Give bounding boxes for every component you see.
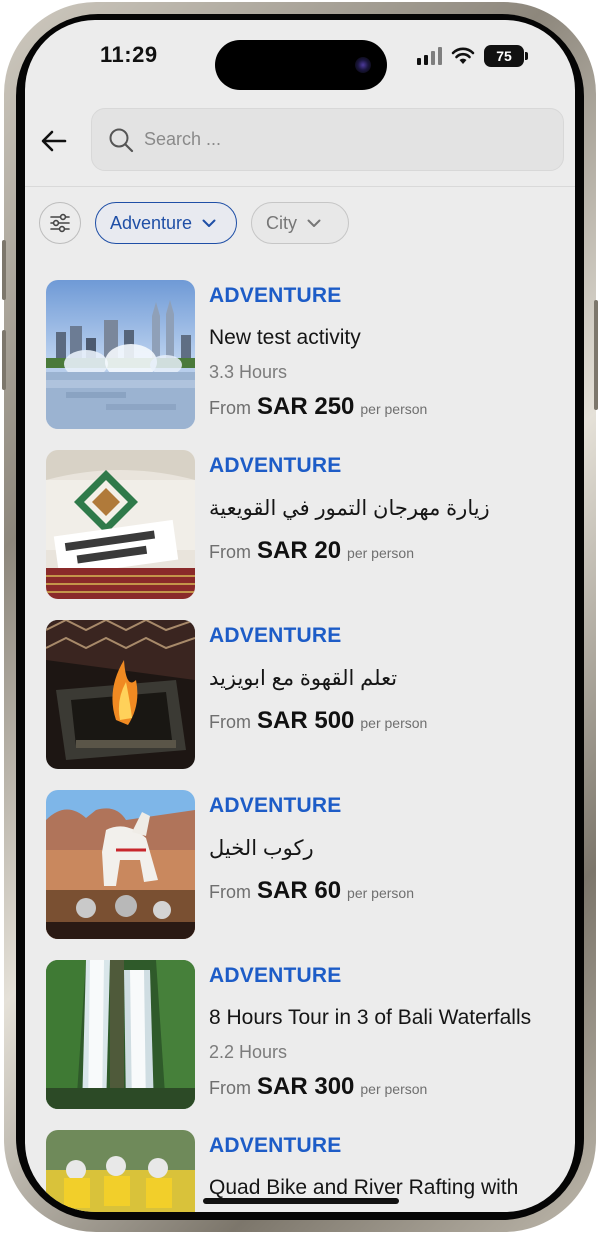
price-per-label: per person — [360, 1081, 428, 1097]
activity-category: ADVENTURE — [209, 454, 342, 477]
activity-price-row: From SAR 300 per person — [209, 1073, 566, 1101]
side-button-left-1 — [2, 240, 6, 300]
search-icon — [109, 128, 134, 152]
price-from-label: From — [209, 542, 251, 562]
activity-price-row: From SAR 60 per person — [209, 877, 566, 905]
price-per-label: per person — [347, 885, 414, 901]
activity-card[interactable]: ADVENTURE ركوب الخيل From SAR 60 per per… — [46, 790, 566, 940]
activity-category: ADVENTURE — [209, 794, 342, 817]
category-filter-label: Adventure — [110, 212, 193, 233]
category-filter-chip[interactable]: Adventure — [95, 202, 237, 244]
search-input[interactable] — [144, 129, 524, 150]
activity-info: ADVENTURE New test activity 3.3 Hours Fr… — [209, 280, 566, 421]
filter-button[interactable] — [39, 202, 81, 244]
price-from-label: From — [209, 1078, 251, 1098]
city-filter-chip[interactable]: City — [251, 202, 349, 244]
signal-icon — [417, 47, 442, 65]
activity-info: ADVENTURE 8 Hours Tour in 3 of Bali Wate… — [209, 960, 566, 1101]
dynamic-island — [215, 40, 387, 90]
price-from-label: From — [209, 712, 251, 732]
activity-price-row: From SAR 250 per person — [209, 393, 566, 421]
activity-category: ADVENTURE — [209, 284, 342, 307]
activity-price-row: From SAR 20 per person — [209, 537, 566, 565]
activity-info: ADVENTURE زيارة مهرجان التمور في القويعي… — [209, 450, 566, 565]
activity-price: SAR 300 — [257, 1073, 355, 1100]
header-divider — [25, 186, 575, 187]
activity-card[interactable]: ADVENTURE 8 Hours Tour in 3 of Bali Wate… — [46, 960, 566, 1110]
activity-info: ADVENTURE Quad Bike and River Rafting wi… — [209, 1130, 566, 1200]
activity-card[interactable]: ADVENTURE تعلم القهوة مع ابويزيد From SA… — [46, 620, 566, 770]
activity-thumbnail — [46, 1130, 195, 1212]
price-per-label: per person — [360, 715, 428, 731]
activity-card[interactable]: ADVENTURE زيارة مهرجان التمور في القويعي… — [46, 450, 566, 600]
activity-title: تعلم القهوة مع ابويزيد — [209, 667, 398, 690]
activity-thumbnail — [46, 960, 195, 1109]
activity-thumbnail — [46, 280, 195, 429]
status-icons: 75 — [417, 45, 528, 67]
app-screen: 11:29 75 Ad — [25, 20, 575, 1212]
back-button[interactable] — [38, 125, 70, 157]
activity-info: ADVENTURE تعلم القهوة مع ابويزيد From SA… — [209, 620, 566, 735]
side-button-right — [594, 300, 598, 410]
price-per-label: per person — [347, 545, 414, 561]
activity-thumbnail — [46, 790, 195, 939]
home-indicator[interactable] — [203, 1198, 399, 1204]
activity-card[interactable]: ADVENTURE New test activity 3.3 Hours Fr… — [46, 280, 566, 430]
activity-title: New test activity — [209, 326, 361, 349]
activity-duration: 3.3 Hours — [209, 362, 288, 382]
activity-category: ADVENTURE — [209, 1134, 342, 1157]
activity-title: 8 Hours Tour in 3 of Bali Waterfalls — [209, 1006, 532, 1029]
activity-category: ADVENTURE — [209, 624, 342, 647]
battery-icon: 75 — [484, 45, 528, 67]
activity-title: Quad Bike and River Rafting with — [209, 1176, 519, 1199]
search-bar[interactable] — [91, 108, 564, 171]
activity-thumbnail — [46, 620, 195, 769]
activity-title: ركوب الخيل — [209, 837, 314, 860]
city-filter-label: City — [266, 212, 297, 233]
status-time: 11:29 — [100, 42, 158, 67]
activity-info: ADVENTURE ركوب الخيل From SAR 60 per per… — [209, 790, 566, 905]
back-arrow-icon — [41, 130, 67, 152]
activity-price: SAR 500 — [257, 707, 355, 734]
wifi-icon — [451, 47, 475, 64]
chevron-down-icon — [202, 219, 216, 227]
activity-price-row: From SAR 500 per person — [209, 707, 566, 735]
price-from-label: From — [209, 398, 251, 418]
activity-thumbnail — [46, 450, 195, 599]
activity-price: SAR 250 — [257, 393, 355, 420]
activity-price: SAR 20 — [257, 537, 342, 564]
activity-title: زيارة مهرجان التمور في القويعية — [209, 497, 490, 520]
activity-price: SAR 60 — [257, 877, 342, 904]
activity-duration: 2.2 Hours — [209, 1042, 288, 1062]
chevron-down-icon — [307, 219, 321, 227]
price-per-label: per person — [360, 401, 428, 417]
price-from-label: From — [209, 882, 251, 902]
camera-icon — [355, 57, 371, 73]
activity-category: ADVENTURE — [209, 964, 342, 987]
side-button-left-2 — [2, 330, 6, 390]
filter-sliders-icon — [50, 213, 70, 233]
